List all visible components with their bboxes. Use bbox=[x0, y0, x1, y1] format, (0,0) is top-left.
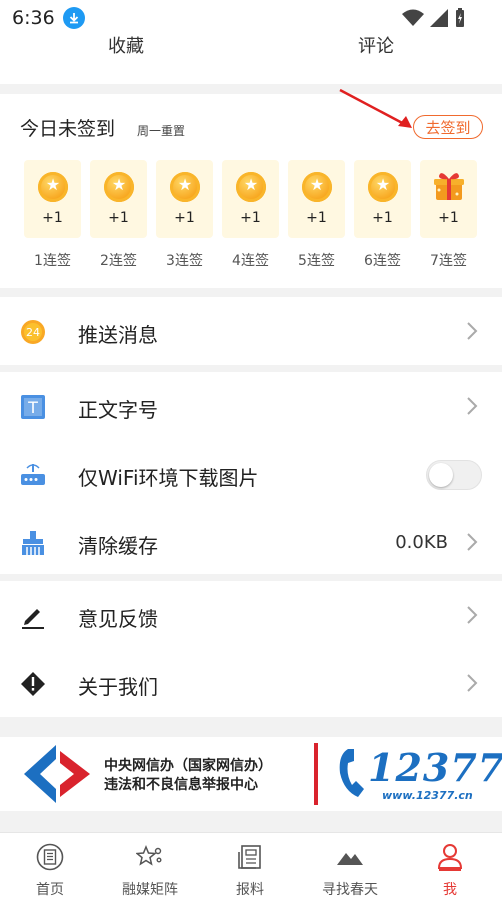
battery-icon bbox=[456, 8, 464, 27]
clear-cache-row[interactable]: 清除缓存 0.0KB bbox=[0, 508, 502, 576]
push-badge-icon: 24 bbox=[21, 320, 45, 344]
push-section: 24 推送消息 bbox=[0, 297, 502, 365]
coin-icon bbox=[38, 172, 68, 202]
day-reward: +1 bbox=[42, 210, 63, 226]
chevron-right-icon bbox=[467, 397, 478, 415]
phone-icon bbox=[339, 749, 364, 797]
about-section: 意见反馈 关于我们 bbox=[0, 581, 502, 717]
day-reward: +1 bbox=[174, 210, 195, 226]
bottom-tab-bar: 首页 融媒矩阵 报料 寻找春天 我 bbox=[0, 832, 502, 900]
day-label: 7连签 bbox=[430, 253, 467, 269]
coin-icon bbox=[170, 172, 200, 202]
tab-home-label: 首页 bbox=[36, 882, 64, 898]
day-label: 3连签 bbox=[166, 253, 203, 269]
newspaper-icon bbox=[36, 843, 64, 871]
day-label: 6连签 bbox=[364, 253, 401, 269]
gift-icon bbox=[434, 173, 464, 200]
signin-title: 今日未签到 bbox=[20, 118, 116, 140]
tab-favorites[interactable]: 收藏 bbox=[108, 32, 144, 58]
toggle-knob bbox=[429, 463, 453, 487]
tab-media-matrix[interactable]: 融媒矩阵 bbox=[100, 833, 200, 900]
svg-text:T: T bbox=[27, 398, 38, 417]
signin-day-5: +1 bbox=[288, 160, 345, 238]
day-label: 1连签 bbox=[34, 253, 71, 269]
banner-url: www.12377.cn bbox=[382, 789, 473, 802]
tab-report[interactable]: 报料 bbox=[200, 833, 300, 900]
signin-day-4: +1 bbox=[222, 160, 279, 238]
info-diamond-icon bbox=[21, 672, 45, 696]
chevron-right-icon bbox=[467, 674, 478, 692]
about-us-label: 关于我们 bbox=[78, 675, 158, 699]
banner-divider bbox=[314, 743, 318, 805]
wifi-only-label: 仅WiFi环境下载图片 bbox=[78, 466, 259, 490]
tab-find-spring[interactable]: 寻找春天 bbox=[300, 833, 400, 900]
download-icon bbox=[62, 7, 85, 29]
font-size-label: 正文字号 bbox=[78, 398, 158, 422]
day-reward: +1 bbox=[438, 210, 459, 226]
tab-media-matrix-label: 融媒矩阵 bbox=[122, 882, 178, 898]
banner-line-1: 中央网信办（国家网信办） bbox=[104, 758, 272, 774]
chevron-right-icon bbox=[467, 322, 478, 340]
feedback-row[interactable]: 意见反馈 bbox=[0, 581, 502, 649]
clear-cache-label: 清除缓存 bbox=[78, 534, 158, 558]
annotation-arrow-icon bbox=[339, 88, 412, 128]
coin-icon bbox=[104, 172, 134, 202]
display-settings-section: T 正文字号 仅WiFi环境下载图片 清除缓存 0.0KB bbox=[0, 372, 502, 574]
status-bar: 6:36 bbox=[0, 0, 502, 36]
wifi-only-toggle[interactable] bbox=[426, 460, 482, 490]
push-messages-row[interactable]: 24 推送消息 bbox=[0, 297, 502, 365]
cache-size: 0.0KB bbox=[395, 532, 448, 553]
text-size-icon: T bbox=[21, 395, 45, 419]
signin-button[interactable]: 去签到 bbox=[413, 115, 483, 139]
tab-find-spring-label: 寻找春天 bbox=[322, 882, 378, 898]
status-time: 6:36 bbox=[12, 7, 55, 29]
wifi-only-row: 仅WiFi环境下载图片 bbox=[0, 440, 502, 508]
coin-icon bbox=[368, 172, 398, 202]
report-center-banner[interactable]: 中央网信办（国家网信办） 违法和不良信息举报中心 12377 www.12377… bbox=[0, 737, 502, 811]
banner-hotline: 12377 bbox=[368, 745, 502, 790]
day-reward: +1 bbox=[240, 210, 261, 226]
user-icon bbox=[437, 844, 463, 871]
day-label: 5连签 bbox=[298, 253, 335, 269]
coin-icon bbox=[236, 172, 266, 202]
push-messages-label: 推送消息 bbox=[78, 323, 158, 347]
day-label: 4连签 bbox=[232, 253, 269, 269]
feedback-label: 意见反馈 bbox=[78, 607, 158, 631]
report-icon bbox=[238, 845, 261, 869]
profile-tabs: 收藏 评论 bbox=[0, 36, 502, 84]
signin-day-7: +1 bbox=[420, 160, 477, 238]
tab-comments[interactable]: 评论 bbox=[358, 32, 394, 58]
tab-home[interactable]: 首页 bbox=[0, 833, 100, 900]
signin-reset-note: 周一重置 bbox=[137, 124, 186, 138]
about-us-row[interactable]: 关于我们 bbox=[0, 649, 502, 717]
font-size-row[interactable]: T 正文字号 bbox=[0, 372, 502, 440]
coin-icon bbox=[302, 172, 332, 202]
pencil-icon bbox=[22, 609, 44, 629]
signin-day-3: +1 bbox=[156, 160, 213, 238]
banner-line-2: 违法和不良信息举报中心 bbox=[104, 777, 258, 793]
day-reward: +1 bbox=[372, 210, 393, 226]
chevron-right-icon bbox=[467, 533, 478, 551]
broom-icon bbox=[22, 531, 44, 555]
signal-icon bbox=[430, 9, 448, 27]
mountain-icon bbox=[337, 853, 363, 865]
day-reward: +1 bbox=[108, 210, 129, 226]
chevron-right-icon bbox=[467, 606, 478, 624]
signin-card: 今日未签到 周一重置 去签到 +1 +1 +1 +1 +1 +1 +1 1连签 … bbox=[0, 88, 502, 288]
tab-report-label: 报料 bbox=[236, 882, 264, 898]
stars-icon bbox=[136, 845, 162, 866]
signin-day-6: +1 bbox=[354, 160, 411, 238]
day-label: 2连签 bbox=[100, 253, 137, 269]
svg-text:24: 24 bbox=[26, 326, 40, 339]
tab-me-label: 我 bbox=[443, 882, 457, 898]
day-reward: +1 bbox=[306, 210, 327, 226]
signin-day-1: +1 bbox=[24, 160, 81, 238]
wifi-icon bbox=[402, 9, 424, 26]
signin-day-2: +1 bbox=[90, 160, 147, 238]
report-center-logo-icon bbox=[24, 745, 90, 803]
tab-me[interactable]: 我 bbox=[400, 833, 500, 900]
router-icon bbox=[21, 464, 45, 485]
